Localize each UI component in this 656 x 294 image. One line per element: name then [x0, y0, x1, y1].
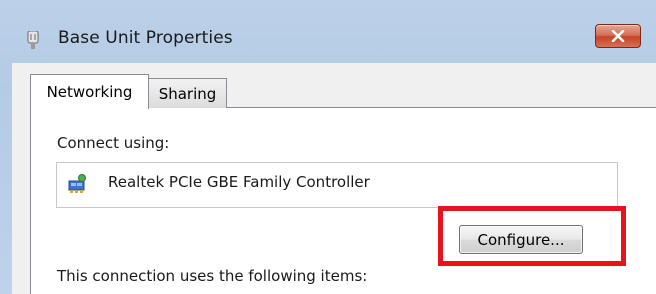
tab-networking-label: Networking [46, 83, 133, 101]
network-card-icon [68, 174, 86, 193]
highlight-box [438, 206, 626, 266]
window-title: Base Unit Properties [58, 28, 233, 48]
tab-sharing-label: Sharing [158, 84, 217, 103]
adapter-name: Realtek PCIe GBE Family Controller [108, 173, 370, 191]
connect-using-label: Connect using: [57, 134, 170, 152]
close-button[interactable] [595, 24, 641, 48]
network-adapter-icon [27, 31, 39, 49]
tab-sharing[interactable]: Sharing [149, 78, 227, 108]
title-bar[interactable]: Base Unit Properties [0, 0, 656, 72]
properties-window: Base Unit Properties Networking Sharing … [0, 0, 656, 294]
close-icon [611, 30, 625, 42]
connection-items-label: This connection uses the following items… [57, 267, 368, 285]
tab-networking[interactable]: Networking [30, 74, 149, 109]
